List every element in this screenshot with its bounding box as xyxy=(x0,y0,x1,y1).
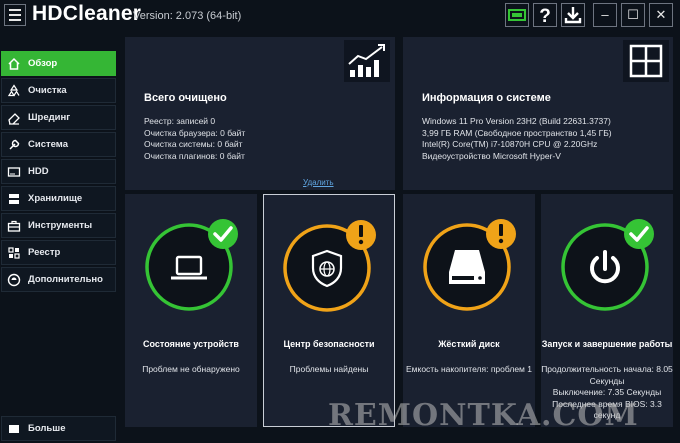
sysinfo-title: Информация о системе xyxy=(422,92,551,104)
storage-icon xyxy=(9,193,19,204)
app-version: Version: 2.073 (64-bit) xyxy=(133,10,242,22)
title-bar: HDCleaner Version: 2.073 (64-bit) ? – ☐ … xyxy=(0,0,680,30)
more-icon xyxy=(9,424,19,433)
sysinfo-line: Intel(R) Core(TM) i7-10870H CPU @ 2.20GH… xyxy=(422,139,598,149)
svg-text:?: ? xyxy=(539,6,551,26)
recycle-icon xyxy=(7,83,20,96)
sidebar-item-label: Реестр xyxy=(28,247,61,258)
cleaned-line: Очистка плагинов: 0 байт xyxy=(144,150,245,161)
watermark: REMONTKA.COM xyxy=(328,398,639,433)
sysinfo-line: Видеоустройство Microsoft Hyper-V xyxy=(422,150,561,161)
security-center-title: Центр безопасности xyxy=(283,339,375,349)
hard-disk-ring xyxy=(419,214,519,314)
sidebar-item-label: Дополнительно xyxy=(28,274,103,285)
sidebar-item-label: Обзор xyxy=(28,58,58,69)
drive-icon xyxy=(7,166,21,177)
startup-shutdown-title: Запуск и завершение работы xyxy=(541,339,673,349)
cleaned-details: Реестр: записей 0 Очистка браузера: 0 ба… xyxy=(144,116,245,162)
startup-line: Выключение: 7.35 Секунды xyxy=(552,387,662,397)
more-label: Больше xyxy=(28,423,66,434)
startup-shutdown-card[interactable]: Запуск и завершение работы Продолжительн… xyxy=(541,194,673,427)
download-icon[interactable] xyxy=(561,3,585,27)
sysinfo-line: 3,99 ГБ RAM (Свободное пространство 1,45… xyxy=(422,127,612,138)
sidebar-item-label: Инструменты xyxy=(28,220,93,231)
minimize-icon[interactable]: – xyxy=(593,3,617,27)
hard-disk-text: Емкость накопителя: проблем 1 xyxy=(406,364,532,374)
sidebar-item-label: Хранилище xyxy=(28,193,83,204)
sysinfo-line: Windows 11 Pro Version 23H2 (Build 22631… xyxy=(422,116,611,126)
sidebar-item-additional[interactable]: Дополнительно xyxy=(1,267,116,292)
security-center-card[interactable]: Центр безопасности Проблемы найдены xyxy=(263,194,395,427)
home-icon xyxy=(8,57,20,70)
sidebar-item-storage[interactable]: Хранилище xyxy=(1,186,116,211)
check-badge-icon xyxy=(208,219,238,249)
maximize-icon[interactable]: ☐ xyxy=(621,3,645,27)
security-center-ring xyxy=(279,215,379,315)
monitor-icon[interactable] xyxy=(505,3,529,27)
windows-logo-icon xyxy=(623,40,669,82)
app-title: HDCleaner xyxy=(32,2,142,25)
hard-disk-title: Жёсткий диск xyxy=(438,339,500,349)
chart-growth-icon xyxy=(344,40,390,82)
device-status-ring xyxy=(141,214,241,314)
device-status-title: Состояние устройств xyxy=(143,339,239,349)
cleaned-line: Очистка системы: 0 байт xyxy=(144,139,243,149)
sidebar: Обзор Очистка Шрединг Система HDD Хранил… xyxy=(0,34,118,443)
sidebar-item-shredding[interactable]: Шрединг xyxy=(1,105,116,130)
sysinfo-details: Windows 11 Pro Version 23H2 (Build 22631… xyxy=(422,116,612,162)
startup-line: Секунды xyxy=(589,375,625,386)
more-button[interactable]: Больше xyxy=(1,416,116,441)
check-badge-icon xyxy=(624,219,654,249)
security-center-text: Проблемы найдены xyxy=(289,364,369,374)
startup-line: Продолжительность начала: 8.05 xyxy=(541,364,673,374)
registry-icon xyxy=(8,246,20,259)
wrench-icon xyxy=(9,139,20,150)
hard-disk-card[interactable]: Жёсткий диск Емкость накопителя: проблем… xyxy=(403,194,535,427)
hard-drive-icon xyxy=(449,250,485,284)
sidebar-item-tools[interactable]: Инструменты xyxy=(1,213,116,238)
device-status-card[interactable]: Состояние устройств Проблем не обнаружен… xyxy=(125,194,257,427)
device-status-text: Проблем не обнаружено xyxy=(142,364,240,374)
sidebar-item-overview[interactable]: Обзор xyxy=(1,51,116,76)
sidebar-item-cleaning[interactable]: Очистка xyxy=(1,78,116,103)
cleaned-line: Реестр: записей 0 xyxy=(144,116,216,126)
delete-link[interactable]: Удалить xyxy=(303,178,334,187)
sidebar-item-label: Система xyxy=(28,139,68,150)
cleaned-line: Очистка браузера: 0 байт xyxy=(144,127,246,138)
sysinfo-panel: Информация о системе Windows 11 Pro Vers… xyxy=(403,37,673,190)
extra-icon xyxy=(7,273,21,286)
sidebar-item-registry[interactable]: Реестр xyxy=(1,240,116,265)
hamburger-menu-icon[interactable] xyxy=(4,4,26,26)
warning-badge-icon xyxy=(486,219,516,249)
sidebar-item-hdd[interactable]: HDD xyxy=(1,159,116,184)
sidebar-item-label: Шрединг xyxy=(28,112,71,123)
cleaned-title: Всего очищено xyxy=(144,92,227,104)
sidebar-item-system[interactable]: Система xyxy=(1,132,116,157)
eraser-icon xyxy=(8,112,20,125)
startup-shutdown-ring xyxy=(557,214,657,314)
warning-badge-icon xyxy=(346,220,376,250)
close-icon[interactable]: ✕ xyxy=(649,3,673,27)
sidebar-item-label: HDD xyxy=(28,166,49,177)
cleaned-panel: Всего очищено Реестр: записей 0 Очистка … xyxy=(125,37,395,190)
toolbox-icon xyxy=(7,220,21,232)
sidebar-item-label: Очистка xyxy=(28,85,67,96)
help-icon[interactable]: ? xyxy=(533,3,557,27)
